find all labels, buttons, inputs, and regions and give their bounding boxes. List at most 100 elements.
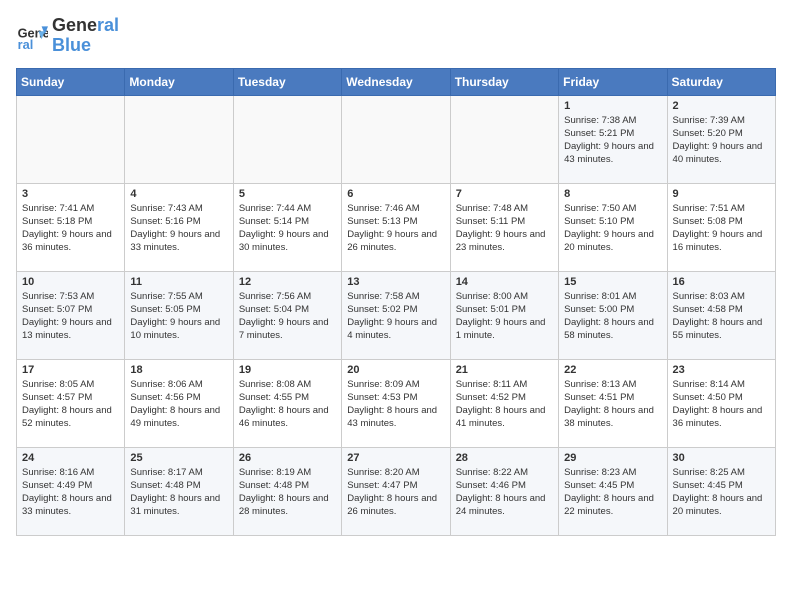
day-info: Sunrise: 7:51 AM Sunset: 5:08 PM Dayligh…: [673, 202, 770, 255]
day-number: 25: [130, 452, 227, 464]
day-number: 30: [673, 452, 770, 464]
day-number: 14: [456, 276, 553, 288]
day-info: Sunrise: 8:22 AM Sunset: 4:46 PM Dayligh…: [456, 466, 553, 519]
calendar-cell: 25 Sunrise: 8:17 AM Sunset: 4:48 PM Dayli…: [125, 447, 233, 535]
day-info: Sunrise: 7:53 AM Sunset: 5:07 PM Dayligh…: [22, 290, 119, 343]
day-number: 1: [564, 100, 661, 112]
day-number: 9: [673, 188, 770, 200]
day-number: 26: [239, 452, 336, 464]
calendar-cell: 17 Sunrise: 8:05 AM Sunset: 4:57 PM Dayli…: [17, 359, 125, 447]
day-number: 3: [22, 188, 119, 200]
calendar-cell: 30 Sunrise: 8:25 AM Sunset: 4:45 PM Dayli…: [667, 447, 775, 535]
day-info: Sunrise: 7:58 AM Sunset: 5:02 PM Dayligh…: [347, 290, 444, 343]
calendar-cell: 13 Sunrise: 7:58 AM Sunset: 5:02 PM Dayli…: [342, 271, 450, 359]
calendar-cell: 21 Sunrise: 8:11 AM Sunset: 4:52 PM Dayli…: [450, 359, 558, 447]
calendar-cell: 4Sunrise: 7:43 AM Sunset: 5:16 PM Daylig…: [125, 183, 233, 271]
day-info: Sunrise: 7:46 AM Sunset: 5:13 PM Dayligh…: [347, 202, 444, 255]
calendar-cell: 10Sunrise: 7:53 AM Sunset: 5:07 PM Dayli…: [17, 271, 125, 359]
day-info: Sunrise: 8:13 AM Sunset: 4:51 PM Dayligh…: [564, 378, 661, 431]
day-number: 5: [239, 188, 336, 200]
calendar-cell: 23 Sunrise: 8:14 AM Sunset: 4:50 PM Dayli…: [667, 359, 775, 447]
day-info: Sunrise: 8:20 AM Sunset: 4:47 PM Dayligh…: [347, 466, 444, 519]
day-number: 22: [564, 364, 661, 376]
page-header: Gene ral General Blue: [16, 16, 776, 56]
calendar-cell: 8Sunrise: 7:50 AM Sunset: 5:10 PM Daylig…: [559, 183, 667, 271]
calendar-cell: 9 Sunrise: 7:51 AM Sunset: 5:08 PM Daylig…: [667, 183, 775, 271]
calendar-cell: 29 Sunrise: 8:23 AM Sunset: 4:45 PM Dayli…: [559, 447, 667, 535]
day-info: Sunrise: 8:05 AM Sunset: 4:57 PM Dayligh…: [22, 378, 119, 431]
calendar-cell: 22 Sunrise: 8:13 AM Sunset: 4:51 PM Dayli…: [559, 359, 667, 447]
calendar-cell: 1 Sunrise: 7:38 AM Sunset: 5:21 PM Daylig…: [559, 95, 667, 183]
calendar-cell: [342, 95, 450, 183]
svg-text:ral: ral: [18, 37, 34, 52]
day-info: Sunrise: 7:38 AM Sunset: 5:21 PM Dayligh…: [564, 114, 661, 167]
day-number: 24: [22, 452, 119, 464]
day-info: Sunrise: 8:17 AM Sunset: 4:48 PM Dayligh…: [130, 466, 227, 519]
day-number: 21: [456, 364, 553, 376]
calendar-cell: 28Sunrise: 8:22 AM Sunset: 4:46 PM Dayli…: [450, 447, 558, 535]
calendar-week-row: 1 Sunrise: 7:38 AM Sunset: 5:21 PM Daylig…: [17, 95, 776, 183]
calendar-cell: 19 Sunrise: 8:08 AM Sunset: 4:55 PM Dayli…: [233, 359, 341, 447]
calendar-cell: 2 Sunrise: 7:39 AM Sunset: 5:20 PM Daylig…: [667, 95, 775, 183]
day-number: 12: [239, 276, 336, 288]
day-info: Sunrise: 7:41 AM Sunset: 5:18 PM Dayligh…: [22, 202, 119, 255]
calendar-week-row: 24Sunrise: 8:16 AM Sunset: 4:49 PM Dayli…: [17, 447, 776, 535]
day-number: 23: [673, 364, 770, 376]
calendar-header-row: SundayMondayTuesdayWednesdayThursdayFrid…: [17, 68, 776, 95]
day-number: 15: [564, 276, 661, 288]
day-info: Sunrise: 8:03 AM Sunset: 4:58 PM Dayligh…: [673, 290, 770, 343]
calendar-cell: 5 Sunrise: 7:44 AM Sunset: 5:14 PM Daylig…: [233, 183, 341, 271]
day-number: 16: [673, 276, 770, 288]
calendar-table: SundayMondayTuesdayWednesdayThursdayFrid…: [16, 68, 776, 536]
calendar-week-row: 10Sunrise: 7:53 AM Sunset: 5:07 PM Dayli…: [17, 271, 776, 359]
calendar-week-row: 3 Sunrise: 7:41 AM Sunset: 5:18 PM Daylig…: [17, 183, 776, 271]
day-info: Sunrise: 7:48 AM Sunset: 5:11 PM Dayligh…: [456, 202, 553, 255]
day-number: 29: [564, 452, 661, 464]
weekday-header: Saturday: [667, 68, 775, 95]
calendar-cell: [17, 95, 125, 183]
day-number: 6: [347, 188, 444, 200]
day-info: Sunrise: 7:55 AM Sunset: 5:05 PM Dayligh…: [130, 290, 227, 343]
day-info: Sunrise: 7:50 AM Sunset: 5:10 PM Dayligh…: [564, 202, 661, 255]
day-number: 18: [130, 364, 227, 376]
day-info: Sunrise: 8:14 AM Sunset: 4:50 PM Dayligh…: [673, 378, 770, 431]
day-info: Sunrise: 8:11 AM Sunset: 4:52 PM Dayligh…: [456, 378, 553, 431]
calendar-cell: 12 Sunrise: 7:56 AM Sunset: 5:04 PM Dayli…: [233, 271, 341, 359]
day-number: 4: [130, 188, 227, 200]
calendar-cell: 16 Sunrise: 8:03 AM Sunset: 4:58 PM Dayli…: [667, 271, 775, 359]
day-info: Sunrise: 8:08 AM Sunset: 4:55 PM Dayligh…: [239, 378, 336, 431]
day-number: 19: [239, 364, 336, 376]
calendar-cell: 3 Sunrise: 7:41 AM Sunset: 5:18 PM Daylig…: [17, 183, 125, 271]
calendar-cell: 18 Sunrise: 8:06 AM Sunset: 4:56 PM Dayli…: [125, 359, 233, 447]
day-info: Sunrise: 8:23 AM Sunset: 4:45 PM Dayligh…: [564, 466, 661, 519]
day-number: 27: [347, 452, 444, 464]
calendar-cell: 27 Sunrise: 8:20 AM Sunset: 4:47 PM Dayli…: [342, 447, 450, 535]
day-number: 20: [347, 364, 444, 376]
day-info: Sunrise: 7:44 AM Sunset: 5:14 PM Dayligh…: [239, 202, 336, 255]
day-number: 2: [673, 100, 770, 112]
logo: Gene ral General Blue: [16, 16, 119, 56]
calendar-week-row: 17 Sunrise: 8:05 AM Sunset: 4:57 PM Dayli…: [17, 359, 776, 447]
day-info: Sunrise: 8:09 AM Sunset: 4:53 PM Dayligh…: [347, 378, 444, 431]
day-info: Sunrise: 8:25 AM Sunset: 4:45 PM Dayligh…: [673, 466, 770, 519]
calendar-cell: 20 Sunrise: 8:09 AM Sunset: 4:53 PM Dayli…: [342, 359, 450, 447]
day-info: Sunrise: 8:06 AM Sunset: 4:56 PM Dayligh…: [130, 378, 227, 431]
calendar-cell: 11 Sunrise: 7:55 AM Sunset: 5:05 PM Dayli…: [125, 271, 233, 359]
calendar-cell: 6 Sunrise: 7:46 AM Sunset: 5:13 PM Daylig…: [342, 183, 450, 271]
day-number: 11: [130, 276, 227, 288]
weekday-header: Monday: [125, 68, 233, 95]
day-number: 7: [456, 188, 553, 200]
calendar-cell: [125, 95, 233, 183]
day-info: Sunrise: 8:01 AM Sunset: 5:00 PM Dayligh…: [564, 290, 661, 343]
calendar-cell: 15 Sunrise: 8:01 AM Sunset: 5:00 PM Dayli…: [559, 271, 667, 359]
day-number: 17: [22, 364, 119, 376]
day-info: Sunrise: 7:56 AM Sunset: 5:04 PM Dayligh…: [239, 290, 336, 343]
calendar-cell: [450, 95, 558, 183]
calendar-cell: 26 Sunrise: 8:19 AM Sunset: 4:48 PM Dayli…: [233, 447, 341, 535]
day-info: Sunrise: 7:39 AM Sunset: 5:20 PM Dayligh…: [673, 114, 770, 167]
logo-text-line1: General: [52, 16, 119, 36]
calendar-cell: 24Sunrise: 8:16 AM Sunset: 4:49 PM Dayli…: [17, 447, 125, 535]
day-info: Sunrise: 8:19 AM Sunset: 4:48 PM Dayligh…: [239, 466, 336, 519]
logo-text-line2: Blue: [52, 36, 119, 56]
day-number: 13: [347, 276, 444, 288]
